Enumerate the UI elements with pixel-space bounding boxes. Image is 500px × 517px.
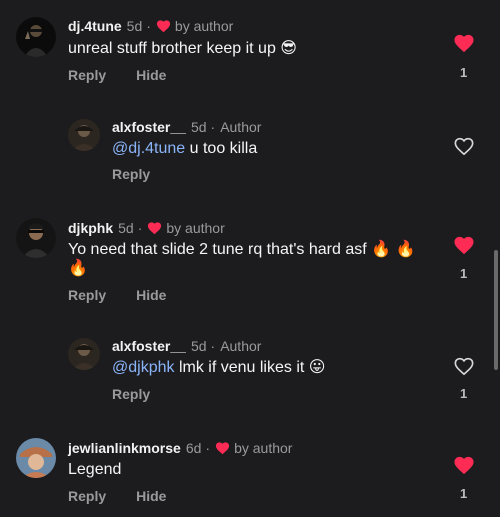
red-heart-icon xyxy=(216,442,230,455)
reply-button[interactable]: Reply xyxy=(68,488,106,504)
comment-text-row: unreal stuff brother keep it up 😎 xyxy=(68,38,297,59)
comments-panel: dj.4tune 5d · by author unreal stuff bro… xyxy=(0,0,500,517)
separator: · xyxy=(210,119,216,135)
comment-text: Legend xyxy=(68,461,122,478)
comment-age: 5d xyxy=(190,119,207,135)
separator: · xyxy=(146,18,151,34)
emoji: 😛 xyxy=(308,359,326,376)
comment-age: 5d xyxy=(118,220,134,236)
comment-username[interactable]: dj.4tune xyxy=(68,18,122,34)
avatar[interactable] xyxy=(68,338,100,370)
like-count: 1 xyxy=(460,266,468,281)
separator: · xyxy=(210,338,216,354)
hide-button[interactable]: Hide xyxy=(136,287,166,303)
comment-username[interactable]: jewlianlinkmorse xyxy=(68,440,181,456)
like-count: 1 xyxy=(460,486,468,501)
comment-username[interactable]: djkphk xyxy=(68,220,113,236)
separator: · xyxy=(137,220,143,236)
comment-text-row-2: 🔥 xyxy=(68,258,88,279)
hide-button[interactable]: Hide xyxy=(136,488,166,504)
mention-link[interactable]: @djkphk xyxy=(112,359,175,376)
reply-button[interactable]: Reply xyxy=(68,67,106,83)
comment-text-row: @djkphk lmk if venu likes it 😛 xyxy=(112,357,325,378)
liked-by-author-label: by author xyxy=(166,220,225,236)
like-count: 1 xyxy=(460,386,468,401)
emoji: 😎 xyxy=(280,40,297,57)
outline-heart-icon[interactable] xyxy=(453,136,475,156)
reply-button[interactable]: Reply xyxy=(68,287,106,303)
red-heart-icon xyxy=(156,20,170,33)
liked-by-author-label: by author xyxy=(174,18,234,34)
comment-age: 5d xyxy=(126,18,143,34)
mention-link[interactable]: @dj.4tune xyxy=(112,140,185,157)
filled-heart-icon[interactable] xyxy=(453,235,475,255)
separator: · xyxy=(205,440,211,456)
filled-heart-icon[interactable] xyxy=(453,33,475,53)
comment-username[interactable]: alxfoster__ xyxy=(112,338,186,354)
liked-by-author-label: by author xyxy=(234,440,293,456)
reply-button[interactable]: Reply xyxy=(112,166,150,182)
outline-heart-icon[interactable] xyxy=(453,356,475,376)
reply-button[interactable]: Reply xyxy=(112,386,150,402)
comment-text-row: Yo need that slide 2 tune rq that's hard… xyxy=(68,239,415,260)
emoji: 🔥 🔥 xyxy=(371,241,416,258)
author-tag: Author xyxy=(220,119,262,135)
like-count: 1 xyxy=(460,65,468,80)
comment-text: u too killa xyxy=(189,140,258,157)
emoji: 🔥 xyxy=(68,260,88,277)
filled-heart-icon[interactable] xyxy=(453,455,475,475)
avatar[interactable] xyxy=(16,438,56,478)
comment-age: 6d xyxy=(185,440,202,456)
author-tag: Author xyxy=(220,338,262,354)
scrollbar[interactable] xyxy=(494,250,498,370)
avatar[interactable] xyxy=(68,119,100,151)
comment-text: lmk if venu likes it xyxy=(178,359,305,376)
hide-button[interactable]: Hide xyxy=(136,67,166,83)
comment-username[interactable]: alxfoster__ xyxy=(112,119,186,135)
avatar[interactable] xyxy=(16,218,56,258)
red-heart-icon xyxy=(148,222,162,235)
comment-text-row: @dj.4tune u too killa xyxy=(112,138,257,159)
comment-text-row: Legend xyxy=(68,459,121,480)
comment-age: 5d xyxy=(190,338,207,354)
avatar[interactable] xyxy=(16,17,56,57)
comment-text: unreal stuff brother keep it up xyxy=(68,40,276,57)
comment-text: Yo need that slide 2 tune rq that's hard… xyxy=(68,241,367,258)
